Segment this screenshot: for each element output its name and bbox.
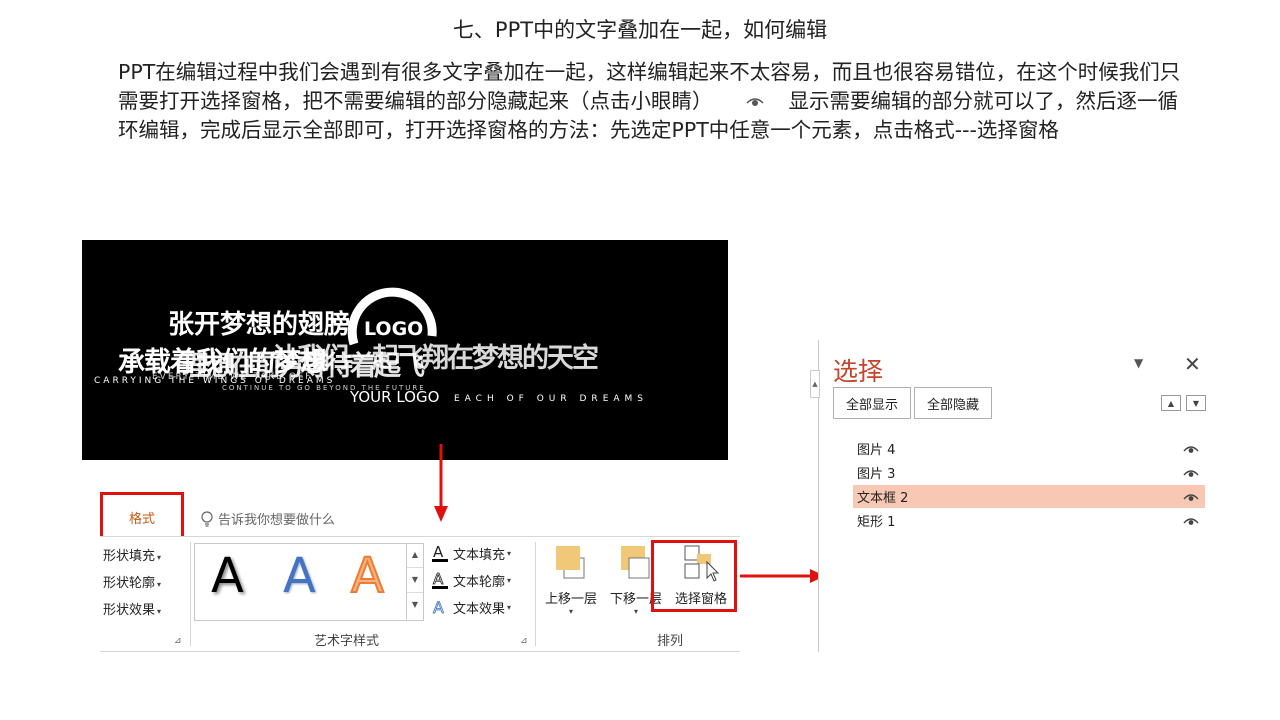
text-effects-button[interactable]: A 文本效果 ▾: [430, 597, 511, 617]
bring-forward-button[interactable]: 上移一层 ▾: [540, 544, 602, 620]
text-fill-button[interactable]: A 文本填充 ▾: [430, 543, 511, 563]
wordart-style-orange[interactable]: A: [350, 547, 385, 605]
instruction-paragraph: PPT在编辑过程中我们会遇到有很多文字叠加在一起，这样编辑起来不太容易，而且也很…: [118, 58, 1198, 145]
svg-text:A: A: [433, 598, 444, 617]
pane-item-label: 矩形 1: [857, 515, 896, 530]
shape-styles-launcher-icon[interactable]: ⊿: [174, 636, 182, 646]
wordart-group-label: 艺术字样式: [314, 634, 380, 649]
wordart-style-black[interactable]: A: [211, 548, 244, 604]
move-up-icon[interactable]: ▲: [1161, 395, 1181, 411]
eye-icon[interactable]: [1183, 516, 1199, 526]
pane-title: 选择: [833, 357, 884, 386]
selection-pane-highlight: [651, 540, 737, 612]
eye-icon[interactable]: [1183, 492, 1199, 502]
tell-me-label: 告诉我你想要做什么: [218, 513, 336, 528]
pane-item[interactable]: 图片 3: [853, 461, 1205, 484]
ribbon-separator: [190, 542, 191, 646]
pane-item-label: 图片 4: [857, 443, 896, 458]
slide-english-text-2: EVERY TIME WE TAKE OFF: [152, 372, 313, 382]
hide-all-button[interactable]: 全部隐藏: [914, 387, 992, 419]
tab-format[interactable]: 格式: [100, 492, 184, 542]
gallery-more-icon[interactable]: ▼: [407, 593, 423, 617]
pane-item[interactable]: 文本框 2: [853, 485, 1205, 508]
pane-menu-icon[interactable]: ▼: [1134, 356, 1143, 370]
wordart-style-blue[interactable]: A: [283, 548, 316, 604]
pane-scroll-icon[interactable]: ▲: [810, 370, 820, 398]
svg-text:A: A: [433, 543, 444, 561]
ribbon-separator: [535, 542, 536, 646]
svg-text:A: A: [433, 570, 444, 588]
bring-forward-icon: [556, 546, 585, 579]
pane-item-label: 图片 3: [857, 467, 896, 482]
show-all-button[interactable]: 全部显示: [833, 387, 911, 419]
shape-fill-button[interactable]: 形状填充 ▾: [103, 545, 161, 564]
slide-overlap-text-3: 让我们一起飞翔在梦想的天空: [272, 343, 599, 374]
arrange-group-label: 排列: [657, 634, 684, 649]
pane-item[interactable]: 矩形 1: [853, 509, 1205, 532]
gallery-scroll[interactable]: ▲ ▼ ▼: [406, 543, 423, 619]
shape-effects-button[interactable]: 形状效果 ▾: [103, 599, 161, 618]
close-icon[interactable]: ✕: [1184, 352, 1201, 376]
text-outline-icon: A: [432, 570, 448, 589]
page-title: 七、PPT中的文字叠加在一起，如何编辑: [452, 18, 828, 42]
gallery-up-icon[interactable]: ▲: [407, 543, 423, 568]
eye-icon[interactable]: [1183, 444, 1199, 454]
text-fill-icon: A: [432, 543, 448, 562]
pane-item[interactable]: 图片 4: [853, 437, 1205, 460]
eye-icon: [745, 98, 764, 106]
tell-me-search[interactable]: 告诉我你想要做什么: [200, 509, 335, 528]
slide-your-logo: YOUR LOGO: [350, 388, 440, 406]
wordart-gallery[interactable]: A A A: [194, 543, 424, 621]
move-down-icon[interactable]: ▼: [1186, 395, 1206, 411]
lightbulb-icon: [201, 510, 213, 527]
red-arrow-right: [738, 569, 825, 583]
gallery-down-icon[interactable]: ▼: [407, 568, 423, 593]
text-effects-icon: A: [433, 598, 445, 617]
eye-icon[interactable]: [1183, 468, 1199, 478]
text-outline-button[interactable]: A 文本轮廓 ▾: [430, 570, 511, 590]
pane-item-label: 文本框 2: [857, 491, 909, 506]
send-backward-icon: [621, 546, 650, 579]
red-arrow-down: [434, 444, 448, 522]
shape-outline-button[interactable]: 形状轮廓 ▾: [103, 572, 161, 591]
slide-dreams-text: EACH OF OUR DREAMS: [454, 394, 649, 404]
slide-preview: 张开梦想的翅膀 LOGO 承载着我们的梦想 理想在前方等待着起飞 让我们一起飞翔…: [82, 240, 728, 460]
wordart-launcher-icon[interactable]: ⊿: [520, 636, 528, 646]
